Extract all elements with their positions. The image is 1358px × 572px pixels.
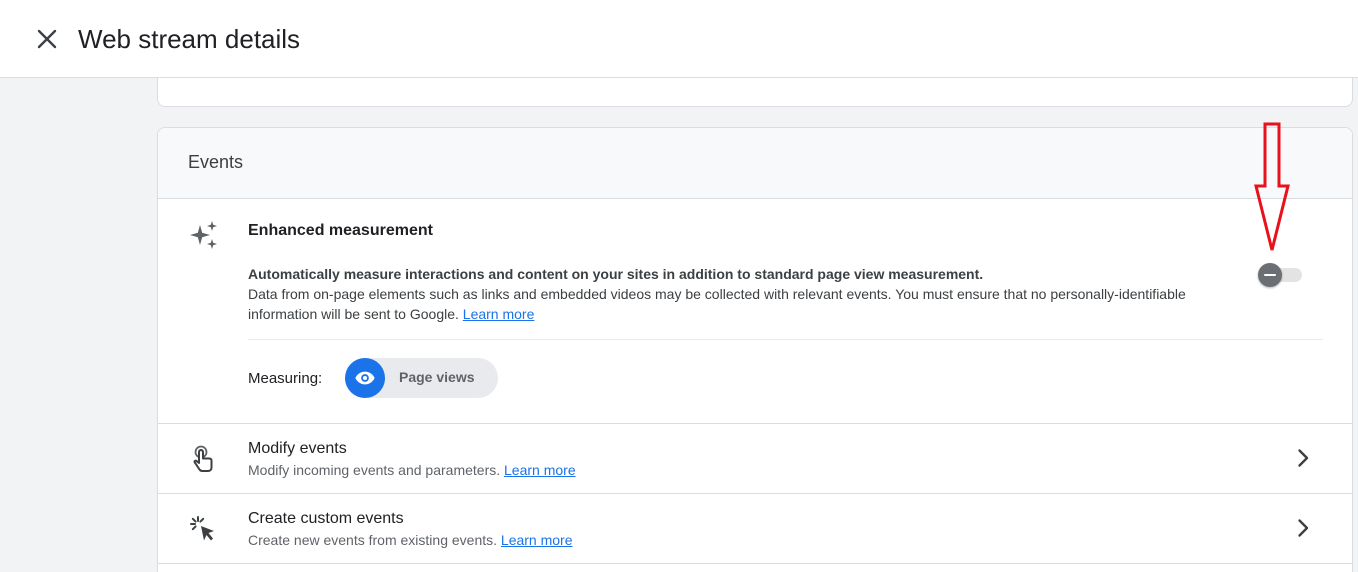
chevron-right-icon bbox=[1298, 449, 1309, 467]
modify-events-subtitle: Modify incoming events and parameters. L… bbox=[248, 462, 576, 478]
modify-events-title: Modify events bbox=[248, 440, 347, 457]
enhanced-measurement-learn-more-link[interactable]: Learn more bbox=[463, 306, 535, 322]
sparkle-icon bbox=[190, 221, 217, 249]
events-card-header: Events bbox=[158, 128, 1352, 199]
enhanced-measurement-section: Enhanced measurement Automatically measu… bbox=[158, 199, 1352, 424]
enhanced-measurement-divider bbox=[248, 339, 1323, 340]
toggle-knob bbox=[1258, 263, 1282, 287]
enhanced-measurement-description-rest: Data from on-page elements such as links… bbox=[248, 286, 1186, 322]
modify-events-learn-more-link[interactable]: Learn more bbox=[504, 462, 576, 478]
create-custom-events-learn-more-link[interactable]: Learn more bbox=[501, 532, 573, 548]
create-custom-events-subtitle-text: Create new events from existing events. bbox=[248, 532, 498, 548]
create-custom-events-subtitle: Create new events from existing events. … bbox=[248, 532, 573, 548]
chevron-right-icon bbox=[1298, 519, 1309, 537]
measuring-label: Measuring: bbox=[248, 370, 323, 387]
events-card: Events Enhanced measurement Automaticall… bbox=[157, 127, 1353, 572]
cursor-click-icon bbox=[190, 516, 214, 541]
enhanced-measurement-toggle[interactable] bbox=[1258, 260, 1304, 287]
top-bar: Web stream details bbox=[0, 0, 1358, 78]
annotation-arrow-icon bbox=[1254, 122, 1290, 251]
page-title: Web stream details bbox=[78, 24, 301, 54]
events-card-title: Events bbox=[188, 152, 244, 172]
modify-events-subtitle-text: Modify incoming events and parameters. bbox=[248, 462, 501, 478]
create-custom-events-title: Create custom events bbox=[248, 510, 404, 527]
create-custom-events-row[interactable]: Create custom events Create new events f… bbox=[158, 494, 1352, 564]
enhanced-measurement-description-bold: Automatically measure interactions and c… bbox=[248, 266, 984, 282]
close-button[interactable] bbox=[32, 24, 62, 54]
page-views-chip[interactable]: Page views bbox=[345, 358, 498, 398]
close-icon bbox=[37, 29, 57, 49]
touch-icon bbox=[193, 445, 213, 472]
eye-icon bbox=[345, 358, 385, 398]
enhanced-measurement-title: Enhanced measurement bbox=[248, 222, 433, 239]
page-views-chip-label: Page views bbox=[399, 369, 475, 385]
modify-events-row[interactable]: Modify events Modify incoming events and… bbox=[158, 424, 1352, 494]
enhanced-measurement-description: Automatically measure interactions and c… bbox=[248, 264, 1238, 324]
